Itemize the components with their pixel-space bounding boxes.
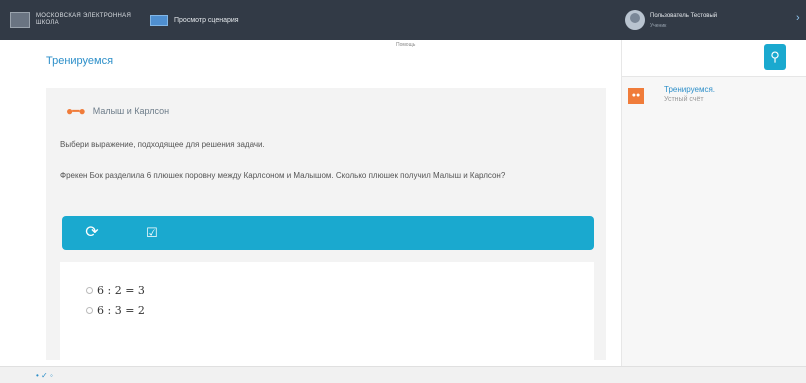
exercise-card: ●━● Малыш и Карлсон Выбери выражение, по… — [46, 88, 606, 360]
nav-scenario-label: Просмотр сценария — [174, 16, 239, 24]
answer-option[interactable]: 6 : 3 = 2 — [86, 304, 145, 317]
answer-option[interactable]: 6 : 2 = 3 — [86, 284, 145, 297]
scenario-icon — [150, 14, 168, 26]
app-logo[interactable]: МОСКОВСКАЯ ЭЛЕКТРОННАЯ ШКОЛА — [10, 12, 132, 28]
help-hint: Помощь — [396, 42, 416, 48]
logo-icon — [10, 12, 30, 28]
nav-scenario-link[interactable]: Просмотр сценария — [150, 14, 239, 26]
answer-option-label: 6 : 2 = 3 — [97, 284, 145, 297]
chevron-right-icon[interactable]: › — [796, 12, 800, 24]
sidebar-header: ⚲ — [622, 40, 806, 77]
dumbbell-icon: ●● — [628, 88, 644, 104]
sidebar-item-training[interactable]: ●● Тренируемся. Устный счёт — [622, 84, 806, 124]
card-title: Малыш и Карлсон — [92, 106, 170, 116]
top-bar: МОСКОВСКАЯ ЭЛЕКТРОННАЯ ШКОЛА Просмотр сц… — [0, 0, 806, 40]
search-icon[interactable]: ⚲ — [764, 44, 786, 70]
answer-option-label: 6 : 3 = 2 — [97, 304, 145, 317]
sidebar-item-title: Тренируемся. — [664, 85, 715, 94]
exercise-toolbar: ⟳ ☑ — [62, 216, 594, 250]
sidebar-item-subtitle: Устный счёт — [664, 96, 704, 103]
bottom-strip: • ✓ ◦ — [0, 366, 806, 383]
check-icon[interactable]: ☑ — [142, 223, 162, 243]
logo-text: МОСКОВСКАЯ ЭЛЕКТРОННАЯ ШКОЛА — [36, 13, 132, 26]
radio-icon[interactable] — [86, 307, 93, 314]
user-role: Ученик — [650, 23, 667, 29]
instruction-text: Выбери выражение, подходящее для решения… — [60, 140, 265, 149]
problem-text: Фрекен Бок разделила 6 плюшек поровну ме… — [60, 171, 506, 180]
dumbbell-icon: ●━● — [66, 104, 86, 118]
bottom-marks: • ✓ ◦ — [36, 371, 53, 380]
card-header: ●━● Малыш и Карлсон — [66, 104, 169, 118]
page-title: Тренируемся — [46, 55, 114, 67]
sidebar: ⚲ ●● Тренируемся. Устный счёт — [621, 40, 806, 366]
user-name[interactable]: Пользователь Тестовый — [650, 13, 790, 19]
radio-icon[interactable] — [86, 287, 93, 294]
answer-options: 6 : 2 = 3 6 : 3 = 2 — [60, 262, 594, 360]
reload-icon[interactable]: ⟳ — [82, 223, 102, 243]
avatar[interactable] — [625, 10, 645, 30]
